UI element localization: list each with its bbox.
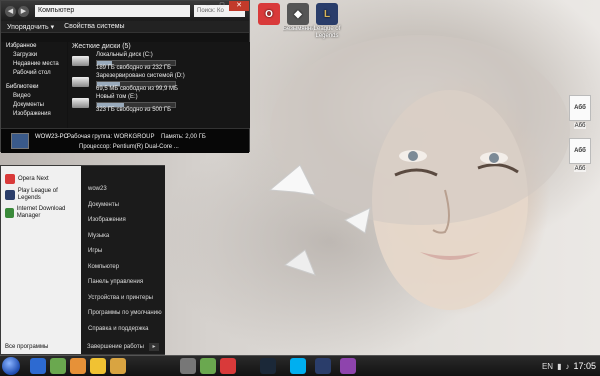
drive-item[interactable]: Локальный диск (C:) 189 ГБ свободно из 2… bbox=[68, 51, 250, 72]
desktop-file-label: Абб bbox=[573, 166, 587, 172]
desktop-file-label: Абб bbox=[573, 123, 587, 129]
close-button[interactable]: ✕ bbox=[229, 1, 249, 11]
desktop-icon-opera[interactable]: O bbox=[254, 3, 284, 26]
volume-icon[interactable]: ♪ bbox=[565, 362, 569, 371]
start-button[interactable] bbox=[2, 357, 20, 375]
forward-button[interactable]: ▶ bbox=[18, 5, 29, 17]
start-link-documents[interactable]: Документы bbox=[81, 198, 165, 214]
organize-button[interactable]: Упорядочить ▾ bbox=[7, 23, 54, 31]
back-button[interactable]: ◀ bbox=[5, 5, 16, 17]
steam-icon[interactable] bbox=[260, 358, 276, 374]
network-icon[interactable]: ▮ bbox=[557, 362, 561, 371]
system-tray: EN ▮ ♪ 17:05 bbox=[542, 356, 600, 376]
folder-icon[interactable] bbox=[110, 358, 126, 374]
taskbar: EN ▮ ♪ 17:05 bbox=[0, 355, 600, 376]
start-link-music[interactable]: Музыка bbox=[81, 229, 165, 245]
drive-free-space: 69,5 МБ свободно из 99,9 МБ bbox=[96, 86, 178, 92]
drive-name: Новый том (E:) bbox=[96, 94, 138, 100]
details-pane: WOW23-PC Рабочая группа: WORKGROUP Памят… bbox=[1, 128, 249, 153]
games-icon: ◆ bbox=[287, 3, 309, 25]
libraries-header[interactable]: Библиотеки bbox=[1, 83, 67, 92]
start-link-help[interactable]: Справка и поддержка bbox=[81, 322, 165, 338]
desktop-file[interactable]: Абб Абб bbox=[565, 95, 595, 129]
nav-item-pictures[interactable]: Изображения bbox=[1, 110, 67, 119]
nav-item-video[interactable]: Видео bbox=[1, 92, 67, 101]
start-link-devices[interactable]: Устройства и принтеры bbox=[81, 291, 165, 307]
document-icon: Абб bbox=[569, 95, 591, 121]
memory: Память: 2,00 ГБ bbox=[161, 134, 206, 140]
start-link-default-programs[interactable]: Программы по умолчанию bbox=[81, 306, 165, 322]
drive-icon bbox=[72, 56, 89, 66]
explorer-window: ◀ ▶ Компьютер Поиск: Ко – □ ✕ Упорядочит… bbox=[0, 0, 250, 153]
workgroup: Рабочая группа: WORKGROUP bbox=[67, 134, 155, 140]
start-link-games[interactable]: Игры bbox=[81, 244, 165, 260]
processor: Процессор: Pentium(R) Dual-Core ... bbox=[79, 144, 179, 150]
window-controls: – □ ✕ bbox=[201, 1, 249, 11]
minimize-button[interactable]: – bbox=[201, 1, 215, 11]
system-properties-button[interactable]: Свойства системы bbox=[64, 23, 124, 30]
drive-icon bbox=[72, 98, 89, 108]
nav-item-recent[interactable]: Недавние места bbox=[1, 60, 67, 69]
opera-taskbar-icon[interactable] bbox=[220, 358, 236, 374]
start-menu-links: wow23 Документы Изображения Музыка Игры … bbox=[81, 166, 165, 354]
favorites-header[interactable]: Избранное bbox=[1, 42, 67, 51]
clock[interactable]: 17:05 bbox=[573, 361, 596, 371]
computer-icon bbox=[11, 133, 29, 149]
drive-name: Зарезервировано системой (D:) bbox=[96, 73, 185, 79]
all-programs-button[interactable]: Все программы bbox=[5, 344, 48, 350]
league-icon bbox=[5, 190, 15, 200]
nav-item-downloads[interactable]: Загрузки bbox=[1, 51, 67, 60]
drive-free-space: 323 ГБ свободно из 500 ГБ bbox=[96, 107, 172, 113]
nav-item-documents[interactable]: Документы bbox=[1, 101, 67, 110]
desktop-file[interactable]: Абб Абб bbox=[565, 138, 595, 172]
start-item-idm[interactable]: Internet Download Manager bbox=[1, 204, 81, 222]
winrar-icon[interactable] bbox=[340, 358, 356, 374]
drive-free-space: 189 ГБ свободно из 232 ГБ bbox=[96, 65, 172, 71]
start-link-computer[interactable]: Компьютер bbox=[81, 260, 165, 276]
opera-icon bbox=[5, 174, 15, 184]
navigation-pane: Избранное Загрузки Недавние места Рабочи… bbox=[1, 42, 67, 128]
ie-icon[interactable] bbox=[30, 358, 46, 374]
maximize-button[interactable]: □ bbox=[215, 1, 229, 11]
utorrent2-icon[interactable] bbox=[200, 358, 216, 374]
start-link-pictures[interactable]: Изображения bbox=[81, 213, 165, 229]
desktop-icon-label: League of Legends bbox=[313, 26, 341, 39]
drive-item[interactable]: Зарезервировано системой (D:) 69,5 МБ св… bbox=[68, 72, 250, 93]
start-item-opera[interactable]: Opera Next bbox=[1, 172, 81, 186]
start-link-control-panel[interactable]: Панель управления bbox=[81, 275, 165, 291]
document-icon: Абб bbox=[569, 138, 591, 164]
shutdown-options-arrow[interactable]: ▸ bbox=[149, 343, 159, 351]
nav-item-desktop[interactable]: Рабочий стол bbox=[1, 69, 67, 78]
league-taskbar-icon[interactable] bbox=[315, 358, 331, 374]
utorrent-icon[interactable] bbox=[50, 358, 66, 374]
desktop-icon-league[interactable]: L League of Legends bbox=[312, 3, 342, 40]
content-pane: Жесткие диски (5) Локальный диск (C:) 18… bbox=[68, 42, 250, 128]
shutdown-button[interactable]: Завершение работы bbox=[87, 344, 144, 350]
start-menu-programs: Opera Next Play League of Legends Intern… bbox=[1, 166, 81, 354]
pc-name: WOW23-PC bbox=[35, 134, 68, 140]
start-item-league[interactable]: Play League of Legends bbox=[1, 186, 81, 204]
drive-icon bbox=[72, 77, 89, 87]
desktop-icon-label: Безымянный bbox=[283, 26, 313, 32]
idm-icon bbox=[5, 208, 14, 218]
language-indicator[interactable]: EN bbox=[542, 362, 553, 371]
league-icon: L bbox=[316, 3, 338, 25]
opera-icon: O bbox=[258, 3, 280, 25]
drive-name: Локальный диск (C:) bbox=[96, 52, 153, 58]
skype-icon[interactable] bbox=[290, 358, 306, 374]
start-link-user[interactable]: wow23 bbox=[81, 182, 165, 198]
media-icon[interactable] bbox=[90, 358, 106, 374]
address-bar[interactable]: Компьютер bbox=[35, 5, 190, 17]
start-menu: Opera Next Play League of Legends Intern… bbox=[0, 165, 165, 355]
drive-item[interactable]: Новый том (E:) 323 ГБ свободно из 500 ГБ bbox=[68, 93, 250, 114]
explorer-icon[interactable] bbox=[180, 358, 196, 374]
toolbar: Упорядочить ▾ Свойства системы bbox=[1, 21, 249, 33]
aimp-icon[interactable] bbox=[70, 358, 86, 374]
desktop-icon-games[interactable]: ◆ Безымянный bbox=[283, 3, 313, 32]
section-title: Жесткие диски (5) bbox=[72, 43, 131, 50]
